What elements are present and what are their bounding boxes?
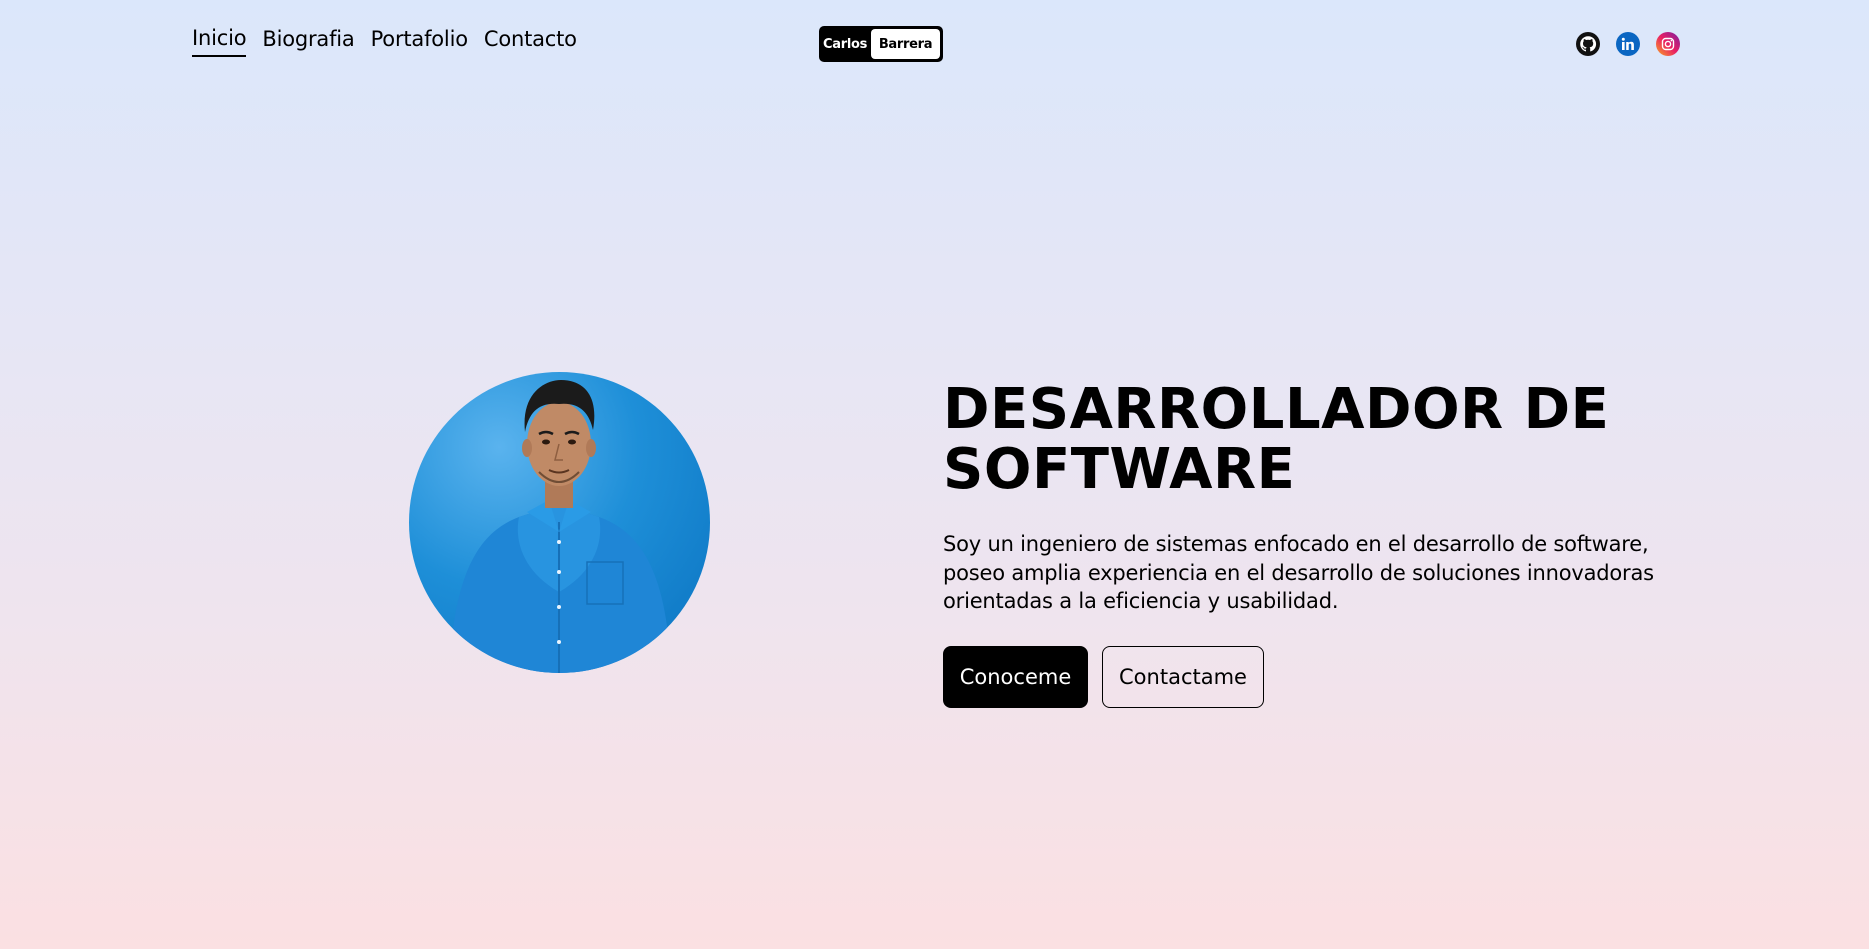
conoceme-button[interactable]: Conoceme	[943, 646, 1088, 708]
nav-link-inicio[interactable]: Inicio	[192, 26, 247, 57]
logo-last-name: Barrera	[871, 29, 940, 59]
linkedin-icon[interactable]	[1616, 32, 1640, 56]
nav-link-biografia[interactable]: Biografia	[262, 27, 354, 56]
github-icon[interactable]	[1576, 32, 1600, 56]
logo-first-name: Carlos	[823, 36, 868, 52]
contactame-button[interactable]: Contactame	[1102, 646, 1264, 708]
social-links	[1576, 32, 1680, 56]
main-nav: Inicio Biografia Portafolio Contacto	[192, 26, 577, 57]
hero-title: DESARROLLADOR DE SOFTWARE	[943, 380, 1663, 500]
site-logo[interactable]: Carlos Barrera	[819, 26, 943, 62]
profile-photo	[409, 372, 710, 673]
nav-link-contacto[interactable]: Contacto	[484, 27, 577, 56]
hero-description: Soy un ingeniero de sistemas enfocado en…	[943, 532, 1654, 613]
hero-title-line2: SOFTWARE	[943, 437, 1296, 502]
hero-title-line1: DESARROLLADOR DE	[943, 377, 1610, 442]
nav-link-portafolio[interactable]: Portafolio	[371, 27, 468, 56]
instagram-icon[interactable]	[1656, 32, 1680, 56]
